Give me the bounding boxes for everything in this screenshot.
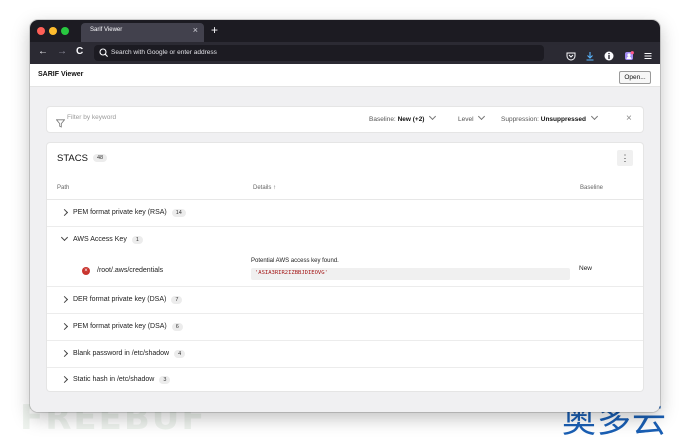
group-name: PEM format private key (RSA) <box>73 209 167 216</box>
group-count-badge: 7 <box>171 296 183 304</box>
result-row[interactable]: × /root/.aws/credentials Potential AWS a… <box>47 253 643 287</box>
download-icon[interactable] <box>585 48 595 61</box>
chevron-right-icon <box>60 295 69 304</box>
group-row[interactable]: Blank password in /etc/shadow 4 <box>47 341 643 368</box>
result-path: /root/.aws/credentials <box>97 267 164 274</box>
back-button[interactable]: ← <box>38 46 48 57</box>
group-label: AWS Access Key 1 <box>73 236 143 244</box>
chevron-right-icon <box>60 349 69 358</box>
group-count-badge: 3 <box>159 376 171 384</box>
code-snippet: 'ASIA3RIR2IZBBJDIEOVG' <box>251 268 570 280</box>
baseline-value: New (+2) <box>397 116 425 123</box>
column-header-path[interactable]: Path <box>57 185 69 191</box>
filter-input[interactable] <box>67 114 287 121</box>
pocket-icon[interactable] <box>566 48 576 61</box>
group-count-badge: 1 <box>131 236 143 244</box>
run-title: STACS <box>57 153 88 164</box>
filter-icon <box>55 115 66 133</box>
error-icon: × <box>82 267 90 275</box>
extension-info-icon[interactable] <box>604 48 614 61</box>
browser-tab[interactable]: Sarif Viewer × <box>81 23 204 42</box>
group-row[interactable]: PEM format private key (RSA) 14 <box>47 200 643 227</box>
group-name: Blank password in /etc/shadow <box>73 350 170 357</box>
group-name: Static hash in /etc/shadow <box>73 376 155 383</box>
minimize-window-button[interactable] <box>49 27 57 35</box>
suppression-label: Suppression: <box>501 116 539 123</box>
chevron-down-icon <box>60 233 69 242</box>
result-message: Potential AWS access key found. <box>251 258 339 264</box>
chevron-down-icon <box>590 112 598 121</box>
level-label: Level <box>458 116 474 123</box>
forward-button[interactable]: → <box>57 46 67 57</box>
group-row[interactable]: Static hash in /etc/shadow 3 <box>47 367 643 393</box>
open-button[interactable]: Open... <box>619 71 651 84</box>
search-icon <box>99 46 109 64</box>
url-bar[interactable]: Search with Google or enter address <box>94 45 544 61</box>
url-placeholder: Search with Google or enter address <box>111 49 217 56</box>
column-header-baseline[interactable]: Baseline <box>580 185 603 191</box>
baseline-label: Baseline: <box>369 116 396 123</box>
navigation-bar: ← → C Search with Google or enter addres… <box>30 42 660 64</box>
level-dropdown[interactable]: Level <box>458 112 486 123</box>
run-count-badge: 48 <box>93 154 108 162</box>
main-content: Baseline: New (+2) Level Suppression: Un… <box>30 87 660 412</box>
baseline-dropdown[interactable]: Baseline: New (+2) <box>369 112 437 123</box>
zoom-window-button[interactable] <box>61 27 69 35</box>
reload-button[interactable]: C <box>76 46 83 57</box>
group-label: Blank password in /etc/shadow 4 <box>73 350 186 358</box>
app-title: SARIF Viewer <box>38 71 84 78</box>
filter-bar: Baseline: New (+2) Level Suppression: Un… <box>47 107 643 132</box>
chevron-right-icon <box>60 208 69 217</box>
column-header-details[interactable]: Details ↑ <box>253 185 276 191</box>
new-tab-button[interactable]: + <box>211 23 218 37</box>
chevron-right-icon <box>60 322 69 331</box>
group-row[interactable]: AWS Access Key 1 <box>47 227 643 253</box>
group-label: PEM format private key (RSA) 14 <box>73 209 186 217</box>
chevron-down-icon <box>478 112 486 121</box>
baseline-state: New <box>579 265 593 272</box>
results-card: STACS 48 ⋮ Path Details ↑ Baseline PEM f… <box>47 143 643 391</box>
browser-window: Sarif Viewer × + ← → C Search with Googl… <box>30 20 660 412</box>
close-window-button[interactable] <box>37 27 45 35</box>
title-bar: Sarif Viewer × + <box>30 20 660 42</box>
account-icon[interactable] <box>624 48 634 60</box>
app-header: SARIF Viewer Open... <box>30 64 660 87</box>
clear-filter-icon[interactable]: × <box>626 113 632 124</box>
group-label: DER format private key (DSA) 7 <box>73 296 183 304</box>
group-row[interactable]: PEM format private key (DSA) 6 <box>47 314 643 341</box>
group-name: PEM format private key (DSA) <box>73 323 167 330</box>
group-count-badge: 4 <box>174 350 186 358</box>
snippet-text: 'ASIA3RIR2IZBBJDIEOVG' <box>255 270 328 276</box>
tab-title: Sarif Viewer <box>90 27 123 33</box>
tab-close-icon[interactable]: × <box>193 25 198 35</box>
group-name: AWS Access Key <box>73 236 127 243</box>
chevron-right-icon <box>60 375 69 384</box>
group-label: PEM format private key (DSA) 6 <box>73 323 183 331</box>
more-options-icon[interactable]: ⋮ <box>617 150 633 166</box>
suppression-value: Unsuppressed <box>540 116 586 123</box>
suppression-dropdown[interactable]: Suppression: Unsuppressed <box>501 112 598 123</box>
group-label: Static hash in /etc/shadow 3 <box>73 376 171 384</box>
group-count-badge: 14 <box>171 209 186 217</box>
group-count-badge: 6 <box>171 323 183 331</box>
chevron-down-icon <box>429 112 437 121</box>
group-name: DER format private key (DSA) <box>73 296 167 303</box>
group-row[interactable]: DER format private key (DSA) 7 <box>47 287 643 314</box>
hamburger-menu-icon[interactable] <box>643 48 653 60</box>
